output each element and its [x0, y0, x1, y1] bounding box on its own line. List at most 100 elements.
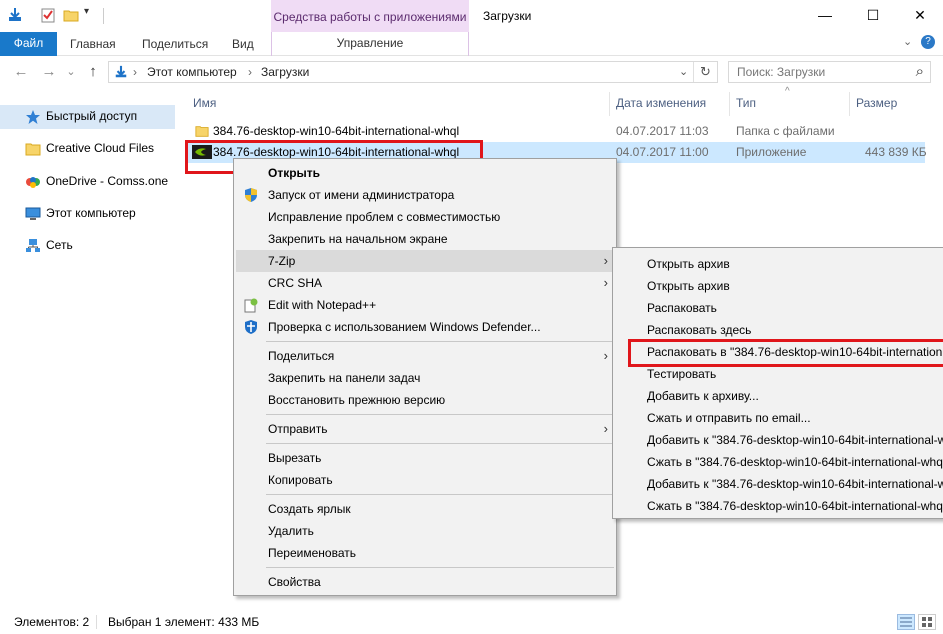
address-dropdown-icon[interactable]: ⌄ [679, 65, 688, 78]
tab-view[interactable]: Вид [232, 37, 254, 51]
breadcrumb-separator[interactable]: › [133, 65, 137, 79]
breadcrumb-separator[interactable]: › [248, 65, 252, 79]
menu-item-copy[interactable]: Копировать [236, 469, 614, 491]
menu-item-label: Распаковать в "384.76-desktop-win10-64bi… [647, 345, 943, 359]
menu-item-properties[interactable]: Свойства [236, 571, 614, 593]
menu-item-pin-taskbar[interactable]: Закрепить на панели задач [236, 367, 614, 389]
chevron-right-icon: › [603, 253, 608, 268]
nvidia-app-icon [192, 145, 212, 159]
menu-item-label: Отправить [268, 422, 328, 436]
file-name: 384.76-desktop-win10-64bit-international… [213, 124, 460, 138]
submenu-item-open-archive-2[interactable]: Открыть архив [615, 275, 943, 297]
file-row-folder[interactable]: 384.76-desktop-win10-64bit-international… [188, 121, 925, 142]
customize-quick-access-icon[interactable]: ▾ [84, 6, 100, 22]
menu-item-label: Сжать в "384.76-desktop-win10-64bit-inte… [647, 499, 943, 513]
nav-item-this-pc[interactable]: Этот компьютер [0, 202, 175, 226]
menu-item-run-as-admin[interactable]: Запуск от имени администратора [236, 184, 614, 206]
close-button[interactable]: ✕ [897, 0, 943, 30]
menu-item-label: Добавить к архиву... [647, 389, 759, 403]
new-folder-icon[interactable] [63, 7, 79, 23]
details-view-icon[interactable] [897, 614, 915, 630]
up-button[interactable]: ↑ [84, 63, 102, 81]
submenu-item-test[interactable]: Тестировать [615, 363, 943, 385]
breadcrumb-this-pc[interactable]: Этот компьютер [147, 65, 237, 79]
menu-item-label: Закрепить на начальном экране [268, 232, 448, 246]
column-header-type[interactable]: Тип [736, 96, 756, 110]
nav-item-onedrive[interactable]: OneDrive - Comss.one [0, 170, 175, 194]
nav-item-creative-cloud[interactable]: Creative Cloud Files [0, 137, 175, 161]
menu-separator [266, 443, 614, 444]
column-header-name[interactable]: Имя [193, 96, 216, 110]
nav-item-label: Creative Cloud Files [46, 141, 155, 155]
column-header-date[interactable]: Дата изменения [616, 96, 706, 110]
submenu-item-add-to-7z[interactable]: Добавить к "384.76-desktop-win10-64bit-i… [615, 429, 943, 451]
menu-item-rename[interactable]: Переименовать [236, 542, 614, 564]
nav-item-network[interactable]: Сеть [0, 234, 175, 258]
help-icon[interactable]: ? [921, 35, 935, 49]
menu-item-restore-previous[interactable]: Восстановить прежнюю версию [236, 389, 614, 411]
menu-item-7zip[interactable]: 7-Zip › [236, 250, 614, 272]
download-folder-icon[interactable] [7, 7, 23, 23]
menu-item-label: Открыть архив [647, 257, 730, 271]
search-input[interactable]: Поиск: Загрузки ⌕ [728, 61, 931, 83]
column-header-size[interactable]: Размер [856, 96, 897, 110]
properties-icon[interactable] [40, 7, 56, 23]
menu-item-label: Создать ярлык [268, 502, 351, 516]
context-menu: Открыть Запуск от имени администратора И… [233, 158, 617, 596]
column-separator[interactable] [849, 92, 850, 116]
tab-manage[interactable]: Управление [271, 32, 469, 56]
menu-item-notepad-plus[interactable]: Edit with Notepad++ [236, 294, 614, 316]
minimize-button[interactable]: — [802, 0, 848, 30]
submenu-item-extract[interactable]: Распаковать [615, 297, 943, 319]
tab-share[interactable]: Поделиться [142, 37, 208, 51]
navigation-pane: Быстрый доступ Creative Cloud Files OneD… [0, 95, 175, 610]
menu-item-delete[interactable]: Удалить [236, 520, 614, 542]
breadcrumb-downloads[interactable]: Загрузки [261, 65, 309, 79]
submenu-item-add-to-archive[interactable]: Добавить к архиву... [615, 385, 943, 407]
nav-item-quick-access[interactable]: Быстрый доступ [0, 105, 175, 129]
submenu-item-compress-7z-email[interactable]: Сжать в "384.76-desktop-win10-64bit-inte… [615, 451, 943, 473]
menu-item-crc-sha[interactable]: CRC SHA › [236, 272, 614, 294]
maximize-button[interactable]: ☐ [850, 0, 896, 30]
recent-locations-button[interactable]: ⌄ [62, 63, 80, 81]
menu-item-label: Копировать [268, 473, 333, 487]
menu-item-create-shortcut[interactable]: Создать ярлык [236, 498, 614, 520]
downloads-icon [115, 65, 127, 78]
nav-item-label: Сеть [46, 238, 73, 252]
search-icon[interactable]: ⌕ [916, 63, 924, 80]
menu-item-send-to[interactable]: Отправить › [236, 418, 614, 440]
large-icons-view-icon[interactable] [918, 614, 936, 630]
file-size: 443 839 КБ [865, 145, 927, 159]
menu-item-label: Добавить к "384.76-desktop-win10-64bit-i… [647, 477, 943, 491]
menu-item-troubleshoot-compat[interactable]: Исправление проблем с совместимостью [236, 206, 614, 228]
submenu-item-extract-to-folder[interactable]: Распаковать в "384.76-desktop-win10-64bi… [615, 341, 943, 363]
tab-file[interactable]: Файл [0, 32, 57, 56]
ribbon-collapse-icon[interactable]: ⌄ [903, 35, 912, 48]
back-button[interactable]: ← [12, 63, 30, 81]
submenu-item-compress-zip-email[interactable]: Сжать в "384.76-desktop-win10-64bit-inte… [615, 495, 943, 517]
menu-item-defender-scan[interactable]: Проверка с использованием Windows Defend… [236, 316, 614, 338]
address-bar[interactable]: › Этот компьютер › Загрузки ⌄ ↻ [108, 61, 718, 83]
defender-icon [245, 320, 257, 334]
menu-item-label: Запуск от имени администратора [268, 188, 455, 202]
nav-item-label: OneDrive - Comss.one [46, 174, 169, 188]
chevron-right-icon: › [603, 275, 608, 290]
menu-item-label: Открыть архив [647, 279, 730, 293]
folder-icon [195, 126, 209, 137]
menu-item-share[interactable]: Поделиться › [236, 345, 614, 367]
column-separator[interactable] [609, 92, 610, 116]
menu-item-label: Исправление проблем с совместимостью [268, 210, 501, 224]
menu-item-open[interactable]: Открыть [236, 162, 614, 184]
submenu-item-open-archive[interactable]: Открыть архив [615, 253, 943, 275]
menu-item-pin-start[interactable]: Закрепить на начальном экране [236, 228, 614, 250]
menu-item-label: Распаковать здесь [647, 323, 752, 337]
tab-home[interactable]: Главная [70, 37, 116, 51]
forward-button[interactable]: → [40, 63, 58, 81]
menu-item-label: Проверка с использованием Windows Defend… [268, 320, 541, 334]
column-separator[interactable] [729, 92, 730, 116]
submenu-item-compress-email[interactable]: Сжать и отправить по email... [615, 407, 943, 429]
submenu-item-extract-here[interactable]: Распаковать здесь [615, 319, 943, 341]
refresh-icon[interactable]: ↻ [700, 64, 711, 80]
submenu-item-add-to-zip[interactable]: Добавить к "384.76-desktop-win10-64bit-i… [615, 473, 943, 495]
menu-item-cut[interactable]: Вырезать [236, 447, 614, 469]
